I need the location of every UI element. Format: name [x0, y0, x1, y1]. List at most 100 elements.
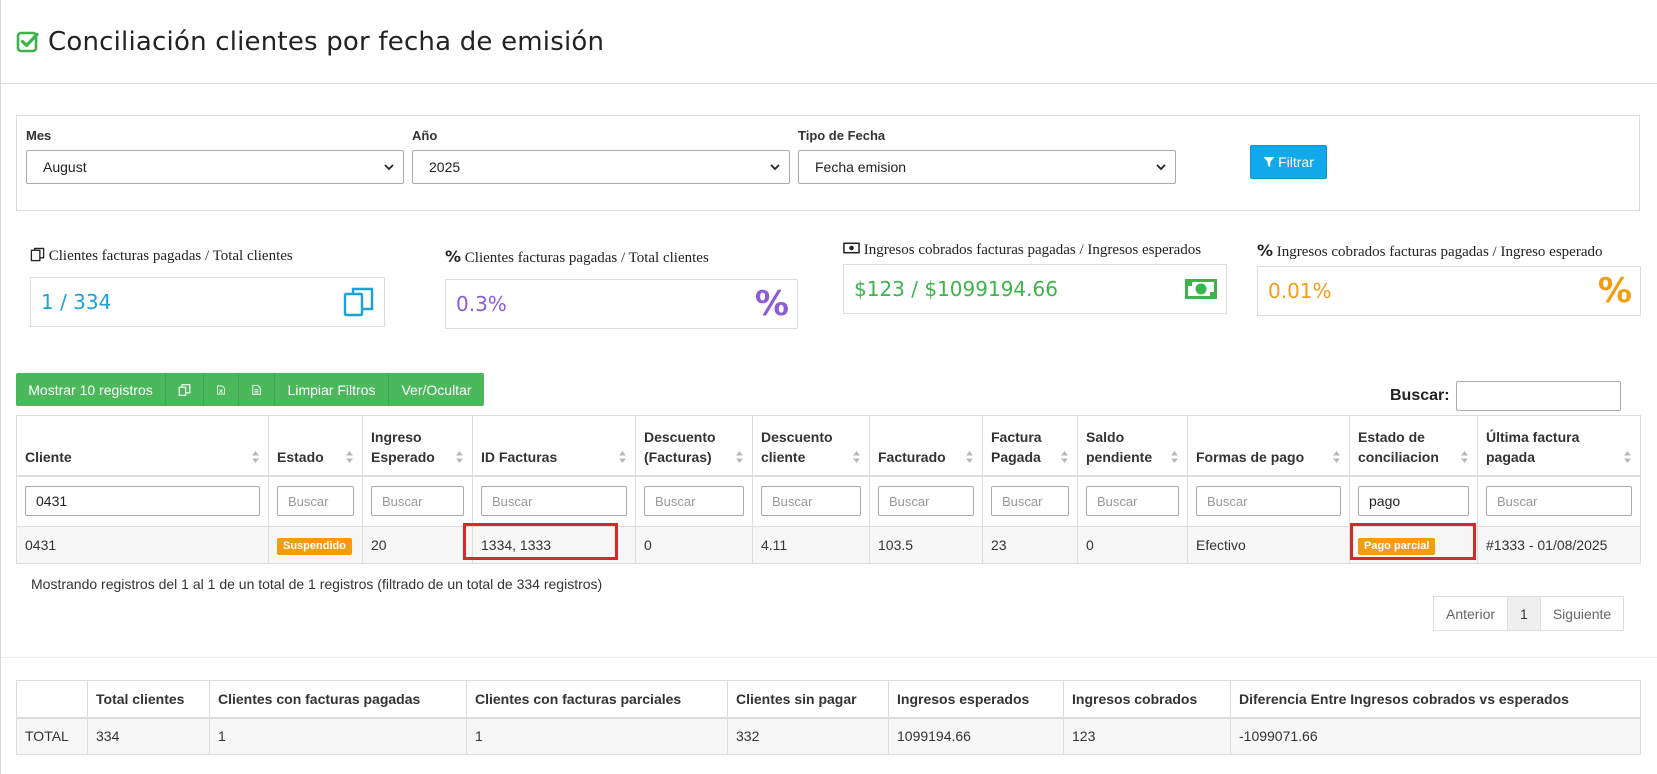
copy-icon: [30, 247, 45, 262]
filter-cell: Buscar: [982, 475, 1078, 527]
totals-cell: 334: [87, 717, 210, 755]
status-badge: Suspendido: [277, 537, 352, 555]
totals-cell: 1: [466, 717, 728, 755]
column-filter-input[interactable]: Buscar: [761, 486, 861, 517]
sort-icon: [1624, 450, 1631, 463]
cell-facturado: 103.5: [869, 526, 983, 564]
money-icon: [1185, 279, 1217, 299]
stat-card-ingresos: Ingresos cobrados facturas pagadas / Ing…: [843, 240, 1227, 314]
column-header-ultima-factura[interactable]: Última factura pagada: [1477, 415, 1641, 477]
sort-icon: [1061, 450, 1068, 463]
limpiar-filtros-button[interactable]: Limpiar Filtros: [275, 373, 389, 406]
filter-cell: Buscar: [1077, 475, 1188, 527]
column-filter-input[interactable]: Buscar: [644, 486, 744, 517]
excel-button[interactable]: [204, 373, 239, 406]
chevron-down-icon: [770, 164, 780, 171]
stat-title: Ingresos cobrados facturas pagadas / Ing…: [843, 240, 1227, 261]
column-header-descuento-cliente[interactable]: Descuento cliente: [752, 415, 870, 477]
copy-icon: [343, 287, 374, 317]
mostrar-registros-button[interactable]: Mostrar 10 registros: [16, 373, 166, 406]
column-filter-input[interactable]: Buscar: [1486, 486, 1632, 517]
column-filter-input[interactable]: Buscar: [371, 486, 464, 517]
column-header-facturado[interactable]: Facturado: [869, 415, 983, 477]
column-filter-input[interactable]: Buscar: [481, 486, 627, 517]
pagination: Anterior 1 Siguiente: [1433, 596, 1625, 631]
copy-button[interactable]: [166, 373, 204, 406]
column-filter-input[interactable]: 0431: [25, 486, 260, 517]
totals-header: [16, 680, 88, 719]
conciliacion-badge: Pago parcial: [1358, 537, 1436, 555]
filter-cell: Buscar: [472, 475, 636, 527]
anio-select[interactable]: 2025: [412, 150, 790, 184]
column-filter-input[interactable]: Buscar: [1196, 486, 1341, 517]
sort-icon: [1461, 450, 1468, 463]
sort-icon: [456, 450, 463, 463]
column-header-saldo-pendiente[interactable]: Saldo pendiente: [1077, 415, 1188, 477]
sort-icon: [853, 450, 860, 463]
column-filter-input[interactable]: Buscar: [277, 486, 354, 517]
copy-icon: [178, 383, 191, 396]
column-filter-input[interactable]: Buscar: [878, 486, 974, 517]
stat-value: $123 / $1099194.66: [854, 277, 1058, 301]
cell-descuento-facturas: 0: [635, 526, 753, 564]
filtrar-label: Filtrar: [1278, 154, 1314, 170]
column-header-ingreso-esperado[interactable]: Ingreso Esperado: [362, 415, 473, 477]
sort-icon: [619, 450, 626, 463]
money-icon: [843, 242, 860, 254]
column-header-estado-conciliacion[interactable]: Estado de conciliacion: [1349, 415, 1478, 477]
check-square-icon: [16, 31, 39, 52]
totals-cell: 332: [727, 717, 889, 755]
sort-icon: [966, 450, 973, 463]
column-header-id-facturas[interactable]: ID Facturas: [472, 415, 636, 477]
filter-cell: 0431: [16, 475, 269, 527]
cell-descuento-cliente: 4.11: [752, 526, 870, 564]
column-header-estado[interactable]: Estado: [268, 415, 363, 477]
ver-ocultar-button[interactable]: Ver/Ocultar: [389, 373, 484, 406]
tipo-fecha-value: Fecha emision: [815, 159, 907, 175]
column-header-cliente[interactable]: Cliente: [16, 415, 269, 477]
page-header: Conciliación clientes por fecha de emisi…: [0, 0, 1657, 84]
percent-icon: %: [445, 247, 462, 266]
table-search: Buscar:: [1390, 381, 1621, 411]
search-input[interactable]: [1455, 381, 1621, 411]
pagination-prev[interactable]: Anterior: [1433, 596, 1509, 631]
header-row: Cliente Estado Ingreso Esperado ID Factu…: [16, 415, 1641, 477]
sort-icon: [252, 450, 259, 463]
tipo-fecha-select[interactable]: Fecha emision: [798, 150, 1176, 184]
table-toolbar: Mostrar 10 registros Limpiar Filtros Ver…: [16, 373, 484, 406]
stat-value-box: 0.01% %: [1257, 266, 1641, 316]
stat-card-porcentaje-ingresos: % Ingresos cobrados facturas pagadas / I…: [1257, 240, 1641, 316]
column-filter-input[interactable]: Buscar: [1086, 486, 1179, 517]
stat-value-box: 1 / 334: [30, 277, 385, 327]
filter-cell: Buscar: [1187, 475, 1350, 527]
mes-select[interactable]: August: [26, 150, 404, 184]
totals-cell: -1099071.66: [1230, 717, 1641, 755]
filter-cell: pago: [1349, 475, 1478, 527]
stat-title: Clientes facturas pagadas / Total client…: [30, 246, 385, 267]
totals-header: Clientes con facturas parciales: [466, 680, 728, 719]
filter-cell: Buscar: [869, 475, 983, 527]
cell-estado: Suspendido: [268, 526, 363, 564]
cell-formas-pago: Efectivo: [1187, 526, 1350, 564]
filter-cell: Buscar: [362, 475, 473, 527]
filtrar-button[interactable]: Filtrar: [1250, 145, 1327, 179]
pagination-next[interactable]: Siguiente: [1539, 596, 1625, 631]
filter-anio: Año 2025: [412, 128, 790, 184]
column-header-factura-pagada[interactable]: Factura Pagada: [982, 415, 1078, 477]
column-header-descuento-facturas[interactable]: Descuento (Facturas): [635, 415, 753, 477]
tipo-fecha-label: Tipo de Fecha: [798, 128, 886, 143]
column-filter-input[interactable]: Buscar: [991, 486, 1069, 517]
cell-id-facturas: 1334, 1333: [463, 523, 636, 564]
pagination-page[interactable]: 1: [1507, 596, 1541, 631]
stat-title: % Clientes facturas pagadas / Total clie…: [445, 247, 709, 266]
csv-button[interactable]: [239, 373, 275, 406]
filter-panel: Mes August Año 2025 Tipo de Fecha Fecha …: [16, 115, 1640, 211]
column-header-formas-pago[interactable]: Formas de pago: [1187, 415, 1350, 477]
totals-cell: 123: [1063, 717, 1231, 755]
chevron-down-icon: [384, 164, 394, 171]
excel-icon: [217, 385, 225, 394]
column-filter-input[interactable]: pago: [1358, 486, 1469, 517]
totals-table: Total clientes Clientes con facturas pag…: [16, 680, 1641, 755]
sort-icon: [1171, 450, 1178, 463]
totals-header: Clientes con facturas pagadas: [209, 680, 467, 719]
